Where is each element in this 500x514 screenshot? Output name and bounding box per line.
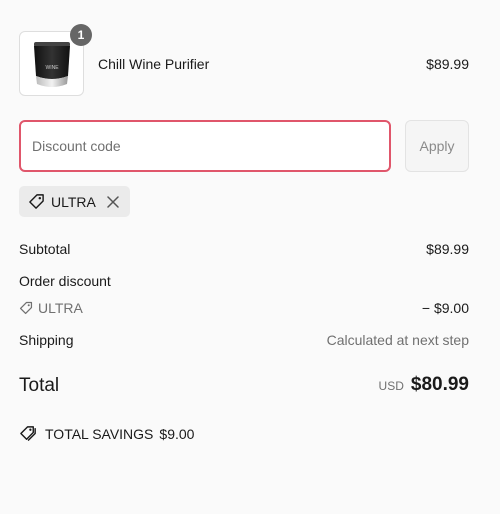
order-discount-code: ULTRA: [38, 300, 83, 316]
currency-code: USD: [378, 379, 404, 393]
shipping-value: Calculated at next step: [326, 332, 469, 348]
tag-icon: [19, 301, 33, 315]
total-amount-group: USD $80.99: [379, 374, 469, 396]
total-savings: TOTAL SAVINGS $9.00: [19, 424, 194, 443]
savings-tag-icon: [20, 426, 36, 441]
total-amount: $80.99: [410, 374, 469, 395]
applied-discount-chip: ULTRA: [19, 186, 130, 217]
order-discount-value: − $9.00: [421, 300, 469, 316]
subtotal-value: $89.99: [426, 241, 469, 257]
order-discount-label: Order discount: [19, 273, 111, 289]
applied-discount-code: ULTRA: [51, 193, 96, 210]
shipping-row: Shipping Calculated at next step: [19, 332, 469, 348]
wine-purifier-icon: WINE: [33, 41, 70, 87]
order-discount-row: ULTRA − $9.00: [19, 300, 469, 318]
savings-value: $9.00: [159, 425, 195, 442]
quantity-badge: 1: [70, 24, 92, 46]
discount-code-input[interactable]: [19, 120, 391, 172]
shipping-label: Shipping: [19, 332, 74, 348]
subtotal-label: Subtotal: [19, 241, 71, 257]
product-name: Chill Wine Purifier: [98, 56, 210, 72]
product-price: $89.99: [426, 56, 469, 72]
product-brand-mark: WINE: [45, 65, 59, 71]
product-image: WINE 1: [19, 24, 92, 96]
tag-icon: [29, 194, 44, 209]
subtotal-row: Subtotal $89.99: [19, 241, 469, 257]
total-label: Total: [19, 375, 60, 396]
apply-button[interactable]: Apply: [405, 120, 469, 172]
line-item: WINE 1 Chill Wine Purifier $89.99: [19, 24, 469, 96]
remove-discount-icon[interactable]: [107, 195, 119, 208]
savings-label: TOTAL SAVINGS: [45, 425, 154, 442]
